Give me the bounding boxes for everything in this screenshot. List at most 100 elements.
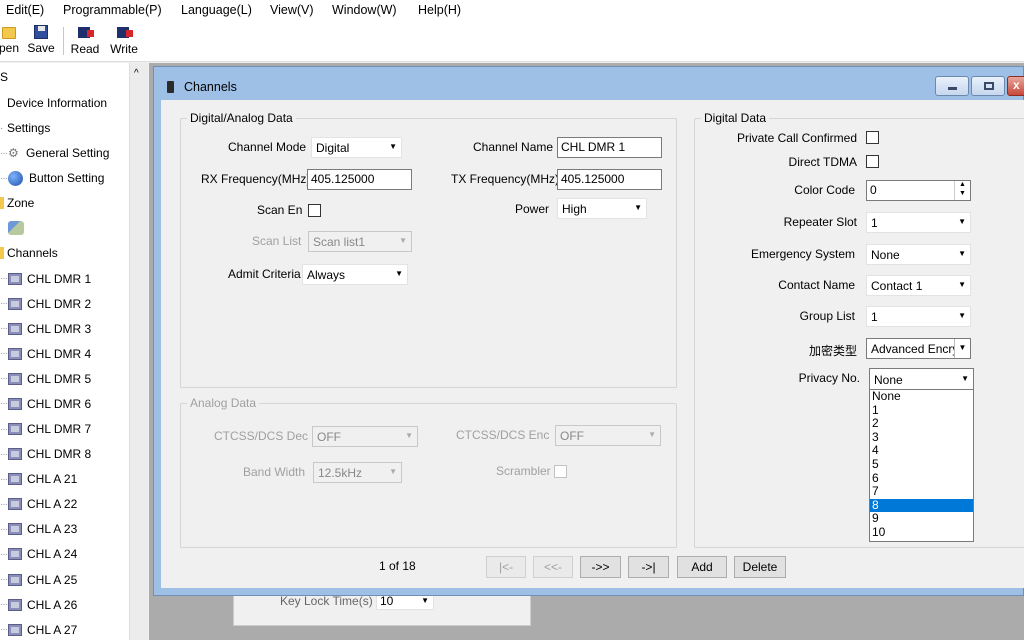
tree-item[interactable]: Device Information: [0, 93, 107, 113]
tree-connector: ···: [0, 273, 8, 285]
first-record-button[interactable]: |<-: [486, 556, 526, 578]
privacy-option[interactable]: 6: [870, 471, 973, 486]
tree-item[interactable]: ··· CHL DMR 4: [0, 344, 91, 364]
power-select[interactable]: High ▼: [557, 198, 647, 219]
direct-tdma-checkbox[interactable]: [866, 155, 879, 168]
digital-group: Digital Data: [694, 111, 1024, 548]
minimize-button[interactable]: [935, 76, 969, 96]
chevron-down-icon: ▼: [421, 596, 429, 605]
privacy-option[interactable]: 9: [870, 512, 973, 526]
spin-up-icon[interactable]: ▲: [959, 181, 966, 188]
tree-item[interactable]: ··· CHL A 23: [0, 519, 77, 539]
scrambler-checkbox[interactable]: [554, 465, 567, 478]
bandwidth-label: Band Width: [243, 465, 306, 479]
write-button[interactable]: Write: [108, 24, 140, 60]
repeater-slot-select[interactable]: 1 ▼: [866, 212, 971, 233]
privacy-option[interactable]: 3: [870, 430, 973, 445]
menu-language[interactable]: Language(L): [181, 3, 252, 17]
tree-item[interactable]: ··· CHL DMR 7: [0, 419, 91, 439]
tree-item[interactable]: ··· CHL DMR 1: [0, 269, 91, 289]
tree-item[interactable]: ··· CHL DMR 6: [0, 394, 91, 414]
read-button[interactable]: Read: [70, 24, 100, 60]
tree-item-label: CHL A 27: [27, 622, 78, 637]
menu-programmable[interactable]: Programmable(P): [63, 3, 162, 17]
tree-item[interactable]: Channels: [0, 243, 58, 263]
open-button[interactable]: pen: [0, 24, 22, 60]
tree-item[interactable]: ··· CHL A 21: [0, 469, 77, 489]
delete-button[interactable]: Delete: [734, 556, 786, 578]
tree-item[interactable]: ··· CHL A 27: [0, 620, 77, 640]
navigation-tree: S Device Information · Settings ··· ⚙ General…: [0, 63, 148, 640]
gear-icon: ⚙: [8, 146, 19, 161]
menu-bar: Edit(E) Programmable(P) Language(L) View…: [0, 0, 1024, 22]
maximize-button[interactable]: [971, 76, 1005, 96]
admit-criteria-select[interactable]: Always ▼: [302, 264, 408, 285]
privacy-option[interactable]: 8: [870, 498, 973, 513]
privacy-option[interactable]: 1: [870, 403, 973, 418]
key-lock-value: 10: [380, 594, 394, 608]
tree-item[interactable]: ··· ⚙ General Setting: [0, 143, 109, 163]
tree-scrollbar[interactable]: ^: [129, 63, 148, 640]
globe-icon: [8, 170, 23, 186]
tree-item-label: General Setting: [26, 146, 110, 161]
privacy-option[interactable]: 2: [870, 417, 973, 431]
bandwidth-select[interactable]: 12.5kHz ▼: [313, 462, 402, 483]
tree-item[interactable]: ··· CHL DMR 2: [0, 294, 91, 314]
next-record-button[interactable]: ->>: [580, 556, 621, 578]
tree-item[interactable]: ··· CHL A 25: [0, 570, 77, 590]
tree-item[interactable]: ··· CHL DMR 5: [0, 369, 91, 389]
close-button[interactable]: x: [1007, 76, 1024, 96]
radio-write-icon: [115, 24, 133, 40]
privacy-no-select[interactable]: None ▼: [869, 368, 974, 390]
tree-item[interactable]: ··· CHL DMR 8: [0, 444, 91, 464]
tree-item-label: CHL DMR 3: [27, 321, 92, 336]
tree-item[interactable]: ··· CHL A 22: [0, 494, 77, 514]
repeater-slot-value: 1: [871, 216, 878, 230]
contact-name-select[interactable]: Contact 1 ▼: [866, 275, 971, 296]
tree-item[interactable]: ··· CHL A 26: [0, 595, 77, 615]
add-button[interactable]: Add: [677, 556, 727, 578]
ctcss-dec-select[interactable]: OFF ▼: [312, 426, 418, 447]
menu-window[interactable]: Window(W): [332, 3, 397, 17]
color-code-spinner[interactable]: ▲ ▼: [954, 181, 970, 200]
tree-item[interactable]: Zone: [0, 193, 34, 213]
privacy-option[interactable]: 7: [870, 485, 973, 499]
private-call-checkbox[interactable]: [866, 131, 879, 144]
ctcss-enc-select[interactable]: OFF ▼: [555, 425, 661, 446]
tree-item[interactable]: ··· CHL A 24: [0, 544, 77, 564]
save-button[interactable]: Save: [27, 24, 55, 60]
tree-item[interactable]: ··· CHL DMR 3: [0, 319, 91, 339]
scan-list-select[interactable]: Scan list1 ▼: [308, 231, 412, 252]
tree-item-label: CHL DMR 2: [27, 296, 92, 311]
group-list-label: Group List: [799, 309, 855, 323]
last-record-button[interactable]: ->|: [628, 556, 669, 578]
menu-edit[interactable]: Edit(E): [6, 3, 44, 17]
folder-icon: [0, 247, 4, 260]
menu-help[interactable]: Help(H): [418, 3, 461, 17]
tree-item[interactable]: [0, 218, 24, 238]
spin-down-icon[interactable]: ▼: [959, 190, 966, 197]
channel-name-input[interactable]: CHL DMR 1: [557, 137, 662, 158]
group-list-select[interactable]: 1 ▼: [866, 306, 971, 327]
tree-item[interactable]: · Settings: [0, 118, 50, 138]
tree-connector: ···: [0, 574, 8, 586]
tree-connector: ···: [0, 498, 8, 510]
channel-icon: [8, 322, 22, 335]
tree-item[interactable]: ··· Button Setting: [0, 168, 104, 188]
chevron-down-icon: ▼: [389, 142, 397, 151]
emergency-system-label: Emergency System: [750, 247, 855, 261]
channel-mode-select[interactable]: Digital ▼: [311, 137, 402, 158]
rx-frequency-input[interactable]: 405.125000: [307, 169, 412, 190]
tx-frequency-input[interactable]: 405.125000: [557, 169, 662, 190]
scan-en-checkbox[interactable]: [308, 204, 321, 217]
privacy-option[interactable]: None: [870, 389, 973, 404]
menu-view[interactable]: View(V): [270, 3, 314, 17]
emergency-system-select[interactable]: None ▼: [866, 244, 971, 265]
privacy-option[interactable]: 10: [870, 525, 973, 540]
scroll-up-icon[interactable]: ^: [134, 68, 139, 79]
previous-record-button[interactable]: <<-: [533, 556, 573, 578]
privacy-option[interactable]: 4: [870, 444, 973, 458]
color-code-input[interactable]: 0 ▲ ▼: [866, 180, 971, 201]
encryption-type-select[interactable]: Advanced Encry ▼: [866, 338, 971, 359]
privacy-option[interactable]: 5: [870, 457, 973, 472]
